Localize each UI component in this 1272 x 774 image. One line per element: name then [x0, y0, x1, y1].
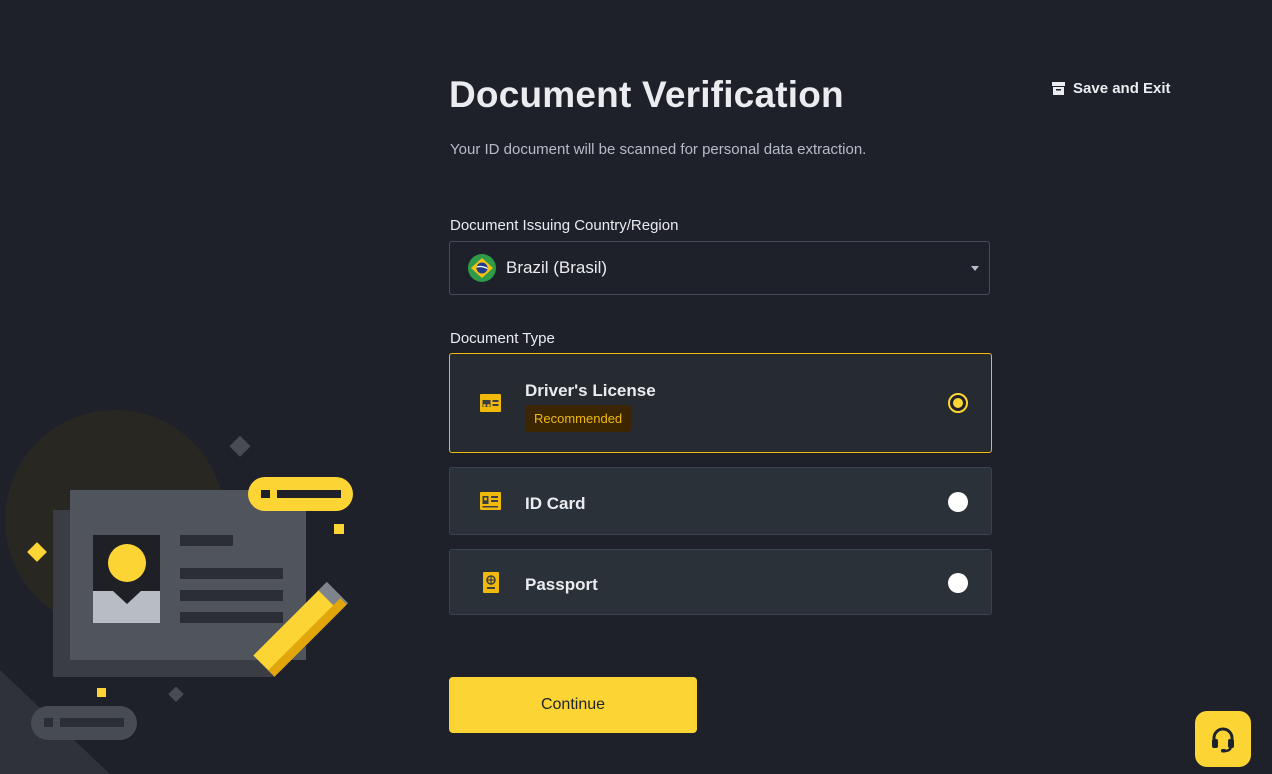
option-passport[interactable]: Passport: [449, 549, 992, 615]
headset-icon: [1212, 727, 1234, 753]
passport-icon: [483, 572, 499, 593]
id-card-icon: [480, 492, 501, 510]
option-id-card-label: ID Card: [525, 494, 586, 513]
option-passport-label: Passport: [525, 575, 598, 594]
option-id-card[interactable]: ID Card: [449, 467, 992, 535]
support-chat-button[interactable]: [1195, 711, 1251, 767]
option-drivers-license-label: Driver's License: [525, 381, 656, 400]
chevron-down-icon: [971, 266, 979, 271]
save-and-exit-label: Save and Exit: [1073, 80, 1171, 97]
country-select-value: Brazil (Brasil): [506, 258, 608, 277]
id-document-illustration: [0, 410, 353, 774]
radio-id-card[interactable]: [948, 492, 968, 512]
save-and-exit-button[interactable]: Save and Exit: [1052, 80, 1171, 97]
brazil-flag-icon: [468, 254, 496, 282]
document-type-label: Document Type: [450, 330, 555, 347]
archive-icon: [1052, 82, 1065, 95]
page-title: Document Verification: [449, 74, 844, 115]
continue-button[interactable]: Continue: [449, 677, 697, 733]
country-select[interactable]: Brazil (Brasil): [449, 241, 990, 295]
page-subtitle: Your ID document will be scanned for per…: [450, 141, 867, 158]
radio-passport[interactable]: [948, 573, 968, 593]
recommended-badge: Recommended: [525, 405, 632, 432]
option-drivers-license[interactable]: Driver's License Recommended: [449, 353, 992, 453]
country-label: Document Issuing Country/Region: [450, 217, 679, 234]
drivers-license-icon: [480, 394, 501, 412]
radio-drivers-license[interactable]: [948, 393, 968, 413]
